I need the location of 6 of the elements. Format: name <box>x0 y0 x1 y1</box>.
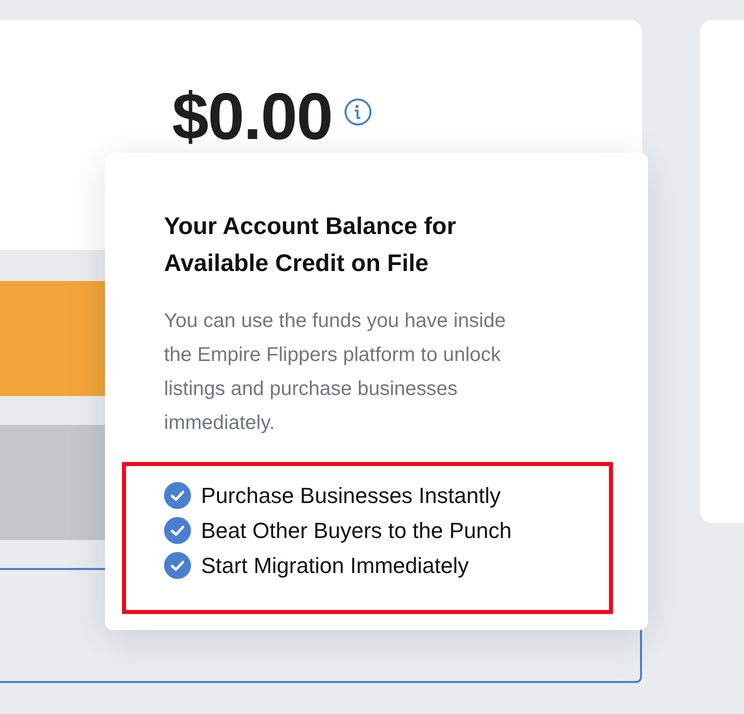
balance-amount: $0.00 <box>172 78 332 155</box>
benefit-text: Purchase Businesses Instantly <box>201 482 501 508</box>
benefit-text: Start Migration Immediately <box>201 552 469 578</box>
benefit-text: Beat Other Buyers to the Punch <box>201 518 512 544</box>
popover-description: You can use the funds you have inside the Empire Flippers platform to unlock listings and purchase businesses immediately. <box>164 309 507 436</box>
popover-title: Your Account Balance for Available Credit on File <box>164 212 458 279</box>
